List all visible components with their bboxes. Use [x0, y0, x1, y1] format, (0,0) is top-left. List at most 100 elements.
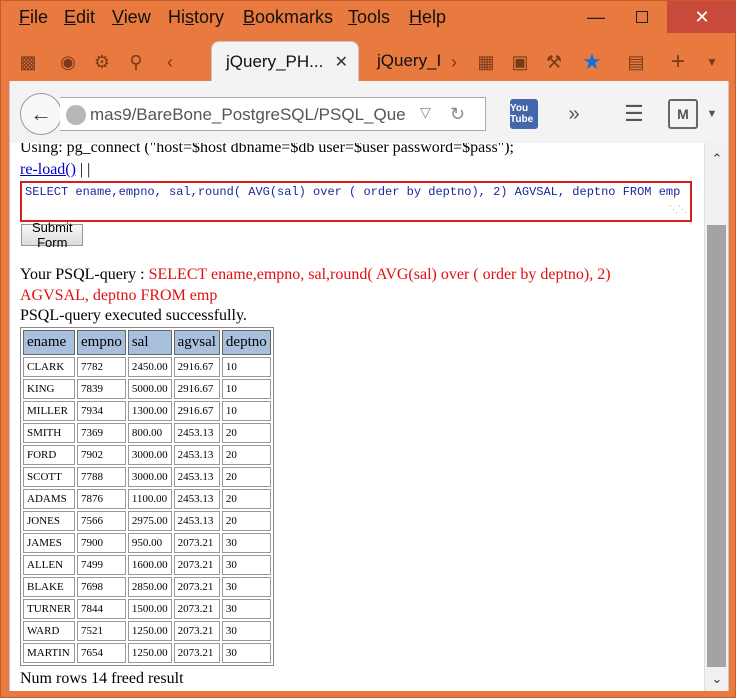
menu-help[interactable]: Help — [409, 7, 446, 28]
table-cell-empno: 7839 — [77, 379, 126, 399]
table-cell-sal: 950.00 — [127, 533, 172, 553]
table-cell-deptno: 30 — [221, 643, 271, 663]
star-icon[interactable]: ★ — [579, 49, 605, 75]
youtube-icon[interactable]: You Tube — [510, 99, 538, 129]
menu-bar: File Edit View History Bookmarks Tools H… — [1, 1, 736, 35]
menu-bookmarks[interactable]: Bookmarks — [243, 7, 333, 28]
table-cell-deptno: 20 — [221, 467, 271, 487]
table-cell-sal: 1600.00 — [127, 555, 172, 575]
table-cell-empno: 7698 — [77, 577, 126, 597]
tab-inactive[interactable]: jQuery_I — [363, 41, 441, 81]
tab-close-icon[interactable]: ✕ — [335, 52, 348, 72]
new-tab-icon[interactable]: + — [665, 48, 691, 75]
scroll-down-icon[interactable]: ⌄ — [705, 671, 728, 687]
dropdown-icon[interactable]: ▼ — [699, 49, 725, 75]
mask-icon[interactable]: ◉ — [55, 49, 81, 75]
menu-tools[interactable]: Tools — [348, 7, 390, 28]
table-cell-agvsal: 2453.13 — [173, 423, 220, 443]
url-bar[interactable]: mas9/BareBone_PostgreSQL/PSQL_Query_ ▽ ↻ — [60, 97, 486, 131]
url-dropdown-icon[interactable]: ▽ — [420, 104, 431, 121]
grid-icon[interactable]: ▦ — [473, 49, 499, 75]
shield-icon[interactable]: M — [668, 99, 698, 129]
table-cell-agvsal: 2453.13 — [173, 467, 220, 487]
table-cell-deptno: 10 — [221, 357, 271, 377]
navigation-bar: ← mas9/BareBone_PostgreSQL/PSQL_Query_ ▽… — [9, 81, 729, 143]
table-cell-empno: 7876 — [77, 489, 126, 509]
menu-edit[interactable]: Edit — [64, 7, 95, 28]
menu-file[interactable]: File — [19, 7, 48, 28]
table-row: JONES 7566 2975.00 2453.13 20 — [23, 511, 271, 531]
table-cell-agvsal: 2073.21 — [173, 533, 220, 553]
table-row: SMITH 7369 800.00 2453.13 20 — [23, 423, 271, 443]
menu-icon[interactable]: ☰ — [620, 99, 648, 129]
table-row: SCOTT 7788 3000.00 2453.13 20 — [23, 467, 271, 487]
close-window-button[interactable]: ✕ — [667, 1, 736, 33]
table-cell-empno: 7566 — [77, 511, 126, 531]
table-row: MARTIN 7654 1250.00 2073.21 30 — [23, 643, 271, 663]
table-cell-sal: 2850.00 — [127, 577, 172, 597]
wrench-icon[interactable]: ⚒ — [541, 49, 567, 75]
table-cell-deptno: 30 — [221, 577, 271, 597]
clipboard-icon[interactable]: ▤ — [623, 49, 649, 75]
table-row: TURNER 7844 1500.00 2073.21 30 — [23, 599, 271, 619]
table-row: ADAMS 7876 1100.00 2453.13 20 — [23, 489, 271, 509]
table-cell-empno: 7900 — [77, 533, 126, 553]
table-cell-sal: 2450.00 — [127, 357, 172, 377]
table-cell-deptno: 30 — [221, 621, 271, 641]
table-row: JAMES 7900 950.00 2073.21 30 — [23, 533, 271, 553]
window-icon[interactable]: ▣ — [507, 49, 533, 75]
table-row: FORD 7902 3000.00 2453.13 20 — [23, 445, 271, 465]
chevron-right-icon[interactable]: › — [441, 49, 467, 75]
table-cell-empno: 7902 — [77, 445, 126, 465]
minimize-button[interactable]: — — [573, 1, 619, 33]
back-button[interactable]: ← — [20, 93, 62, 135]
back-arrow-icon: ← — [30, 101, 52, 126]
query-textarea-text: SELECT ename,empno, sal,round( AVG(sal) … — [25, 185, 688, 199]
table-cell-empno: 7521 — [77, 621, 126, 641]
table-cell-ename: MILLER — [23, 401, 75, 421]
table-cell-deptno: 20 — [221, 423, 271, 443]
table-row: ALLEN 7499 1600.00 2073.21 30 — [23, 555, 271, 575]
folder-icon[interactable]: ▩ — [15, 49, 41, 75]
table-cell-ename: CLARK — [23, 357, 75, 377]
table-cell-sal: 5000.00 — [127, 379, 172, 399]
table-cell-agvsal: 2916.67 — [173, 401, 220, 421]
gear-icon[interactable]: ⚙ — [89, 49, 115, 75]
minimize-icon: — — [587, 6, 605, 27]
chevron-left-icon[interactable]: ‹ — [157, 49, 183, 75]
tab-active[interactable]: jQuery_PH... ✕ — [211, 41, 359, 81]
submit-form-button[interactable]: Submit Form — [21, 220, 84, 250]
overflow-icon[interactable]: » — [560, 99, 588, 129]
table-cell-agvsal: 2916.67 — [173, 379, 220, 399]
scrollbar-thumb[interactable] — [707, 225, 726, 667]
success-message: PSQL-query executed successfully. — [20, 307, 247, 324]
reload-separator: | | — [79, 161, 91, 178]
reload-icon[interactable]: ↻ — [450, 104, 465, 125]
menu-history[interactable]: History — [168, 7, 224, 28]
close-icon: ✕ — [694, 6, 710, 27]
table-cell-agvsal: 2453.13 — [173, 511, 220, 531]
table-cell-deptno: 30 — [221, 533, 271, 553]
query-textarea[interactable]: SELECT ename,empno, sal,round( AVG(sal) … — [20, 181, 692, 222]
tab-inactive-label: jQuery_I — [377, 51, 441, 70]
table-cell-empno: 7369 — [77, 423, 126, 443]
browser-window: File Edit View History Bookmarks Tools H… — [0, 0, 736, 698]
menu-view[interactable]: View — [112, 7, 151, 28]
scroll-up-icon[interactable]: ⌃ — [705, 151, 728, 167]
vertical-scrollbar[interactable]: ⌃ ⌄ — [704, 143, 728, 691]
table-cell-sal: 1250.00 — [127, 643, 172, 663]
nav-dropdown-icon[interactable]: ▼ — [704, 99, 720, 129]
search-icon[interactable]: ⚲ — [123, 49, 149, 75]
maximize-icon — [636, 11, 648, 23]
table-cell-deptno: 20 — [221, 445, 271, 465]
reload-link[interactable]: re-load() — [20, 161, 76, 178]
table-cell-agvsal: 2073.21 — [173, 555, 220, 575]
table-cell-ename: KING — [23, 379, 75, 399]
column-header-empno: empno — [77, 330, 126, 355]
table-cell-sal: 3000.00 — [127, 467, 172, 487]
maximize-button[interactable] — [619, 1, 665, 33]
resize-grip-icon[interactable]: ⋱⋱ — [669, 203, 687, 218]
table-cell-empno: 7934 — [77, 401, 126, 421]
table-cell-deptno: 10 — [221, 379, 271, 399]
table-cell-ename: SMITH — [23, 423, 75, 443]
